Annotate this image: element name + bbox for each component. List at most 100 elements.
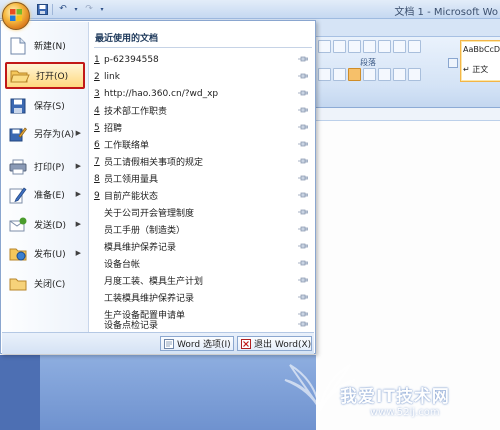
recent-document-number: 5 bbox=[94, 122, 100, 133]
recent-document-number: 3 bbox=[94, 88, 100, 99]
workspace-background bbox=[0, 355, 316, 430]
toolbar-divider bbox=[52, 3, 53, 15]
prepare-command[interactable]: 准备(E) ▶ bbox=[5, 181, 85, 208]
numbering-button[interactable] bbox=[333, 40, 346, 53]
recent-document-name: link bbox=[104, 71, 120, 82]
ribbon-align-buttons bbox=[318, 68, 421, 81]
pin-icon[interactable] bbox=[298, 174, 308, 182]
recent-document-item[interactable]: 5 招聘 bbox=[94, 120, 312, 135]
pin-icon[interactable] bbox=[298, 225, 308, 233]
recent-document-item[interactable]: 关于公司开会管理制度 bbox=[94, 205, 312, 220]
save-as-command[interactable]: 另存为(A) ▶ bbox=[5, 120, 85, 147]
close-folder-icon bbox=[8, 274, 28, 294]
recent-document-item[interactable]: 6 工作联络单 bbox=[94, 137, 312, 152]
shading-button[interactable] bbox=[393, 68, 406, 81]
window-title: 文档 1 - Microsoft Wo bbox=[394, 7, 498, 18]
publish-command[interactable]: 发布(U) ▶ bbox=[5, 240, 85, 267]
options-icon bbox=[164, 338, 174, 349]
save-as-icon bbox=[8, 124, 28, 144]
open-folder-icon bbox=[10, 66, 30, 86]
show-marks-button[interactable] bbox=[408, 40, 421, 53]
recent-document-name: http://hao.360.cn/?wd_xp bbox=[104, 88, 219, 99]
recent-document-name: 目前产能状态 bbox=[104, 192, 159, 202]
word-options-button[interactable]: Word 选项(I) bbox=[160, 336, 234, 351]
pin-icon[interactable] bbox=[298, 259, 308, 267]
recent-document-item[interactable]: 3 http://hao.360.cn/?wd_xp bbox=[94, 86, 312, 101]
customize-toolbar-icon[interactable]: ▾ bbox=[99, 3, 105, 15]
borders-button[interactable] bbox=[408, 68, 421, 81]
send-icon bbox=[8, 215, 28, 235]
align-right-button[interactable] bbox=[363, 68, 376, 81]
pin-icon[interactable] bbox=[298, 55, 308, 63]
recent-document-item[interactable]: 2 link bbox=[94, 69, 312, 84]
recent-document-item[interactable]: 1 p-62394558 bbox=[94, 52, 312, 67]
pin-icon[interactable] bbox=[298, 208, 308, 216]
save-command[interactable]: 保存(S) bbox=[5, 92, 85, 119]
pin-icon[interactable] bbox=[298, 276, 308, 284]
print-command[interactable]: 打印(P) ▶ bbox=[5, 153, 85, 180]
align-left-button[interactable] bbox=[318, 68, 331, 81]
recent-document-item[interactable]: 4 技术部工作职责 bbox=[94, 103, 312, 118]
dialog-launcher-icon[interactable] bbox=[448, 58, 458, 68]
pin-icon[interactable] bbox=[298, 140, 308, 148]
bullets-button[interactable] bbox=[318, 40, 331, 53]
recent-document-name: 工作联络单 bbox=[104, 141, 150, 151]
multilevel-list-button[interactable] bbox=[348, 40, 361, 53]
submenu-arrow-icon: ▶ bbox=[75, 190, 81, 198]
recent-document-item[interactable]: 8 员工领用量具 bbox=[94, 171, 312, 186]
recent-document-item[interactable]: 设备台帐 bbox=[94, 256, 312, 271]
sort-button[interactable] bbox=[393, 40, 406, 53]
recent-document-item[interactable]: 工装模具维护保养记录 bbox=[94, 290, 312, 305]
submenu-arrow-icon: ▶ bbox=[75, 129, 81, 137]
close-command[interactable]: 关闭(C) bbox=[5, 270, 85, 297]
pin-icon[interactable] bbox=[298, 123, 308, 131]
recent-document-name: 技术部工作职责 bbox=[104, 107, 168, 117]
pin-icon[interactable] bbox=[298, 89, 308, 97]
undo-dropdown-icon[interactable]: ▾ bbox=[73, 3, 79, 15]
recent-document-item[interactable]: 员工手册（制造类） bbox=[94, 222, 312, 237]
recent-document-name: 招聘 bbox=[104, 124, 123, 134]
ribbon-list-buttons bbox=[318, 40, 421, 53]
prepare-pen-icon bbox=[8, 185, 28, 205]
exit-word-button[interactable]: 退出 Word(X) bbox=[237, 336, 312, 351]
increase-indent-button[interactable] bbox=[378, 40, 391, 53]
exit-word-label: 退出 Word(X) bbox=[254, 340, 312, 350]
recent-document-item[interactable]: 9 目前产能状态 bbox=[94, 188, 312, 203]
line-spacing-button[interactable] bbox=[378, 68, 391, 81]
align-center-button[interactable] bbox=[333, 68, 346, 81]
watermark-text: 我爱IT技术网 bbox=[340, 387, 450, 407]
pin-icon[interactable] bbox=[298, 320, 308, 328]
recent-document-item[interactable]: 设备点检记录 bbox=[94, 318, 312, 331]
pin-icon[interactable] bbox=[298, 191, 308, 199]
recent-document-number: 2 bbox=[94, 71, 100, 82]
pin-icon[interactable] bbox=[298, 157, 308, 165]
new-command[interactable]: 新建(N) bbox=[5, 32, 85, 59]
recent-documents-title: 最近使用的文档 bbox=[95, 34, 159, 44]
save-disk-icon bbox=[8, 96, 28, 116]
send-command[interactable]: 发送(D) ▶ bbox=[5, 211, 85, 238]
open-command[interactable]: 打开(O) bbox=[5, 62, 85, 89]
submenu-arrow-icon: ▶ bbox=[75, 249, 81, 257]
office-button[interactable] bbox=[2, 2, 30, 30]
recent-document-number: 8 bbox=[94, 173, 100, 184]
recent-divider bbox=[94, 47, 312, 48]
recent-document-name: 工装模具维护保养记录 bbox=[104, 294, 195, 304]
undo-icon[interactable]: ↶ bbox=[57, 3, 69, 15]
align-justify-button[interactable] bbox=[348, 68, 361, 81]
pin-icon[interactable] bbox=[298, 72, 308, 80]
decrease-indent-button[interactable] bbox=[363, 40, 376, 53]
print-command-label: 打印(P) bbox=[34, 163, 65, 173]
command-list: 新建(N) 打开(O) 保存(S) 另存为(A) ▶ 打印(P) ▶ 准备(E)… bbox=[2, 22, 89, 332]
pin-icon[interactable] bbox=[298, 293, 308, 301]
pin-icon[interactable] bbox=[298, 310, 308, 318]
recent-document-item[interactable]: 模具维护保养记录 bbox=[94, 239, 312, 254]
recent-document-number: 1 bbox=[94, 54, 100, 65]
pin-icon[interactable] bbox=[298, 242, 308, 250]
recent-document-item[interactable]: 7 员工请假相关事项的规定 bbox=[94, 154, 312, 169]
pin-icon[interactable] bbox=[298, 106, 308, 114]
menu-footer: Word 选项(I) 退出 Word(X) bbox=[2, 332, 314, 354]
save-icon[interactable] bbox=[36, 3, 48, 15]
send-command-label: 发送(D) bbox=[34, 221, 66, 231]
recent-document-item[interactable]: 月度工装、模具生产计划 bbox=[94, 273, 312, 288]
redo-icon[interactable]: ↷ bbox=[83, 3, 95, 15]
